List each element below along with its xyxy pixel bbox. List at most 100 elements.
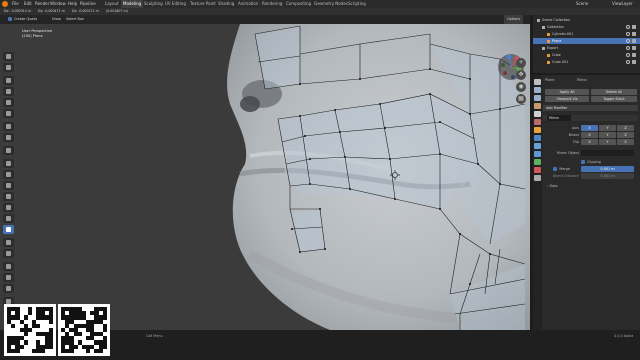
tool-annotate[interactable] (3, 122, 14, 131)
menu-file[interactable]: File (12, 0, 19, 8)
tool-poly-build-active[interactable] (3, 225, 14, 234)
add-modifier-button[interactable]: Add Modifier (543, 105, 638, 111)
outliner-item[interactable]: Cube (533, 52, 640, 58)
eye-icon[interactable] (626, 60, 630, 64)
tool-measure[interactable] (3, 133, 14, 142)
menu-window[interactable]: Window (50, 0, 66, 8)
bisect-y-toggle[interactable]: Y (599, 132, 616, 138)
tool-add-cube[interactable] (3, 146, 14, 155)
scene-selector[interactable]: Scene (576, 0, 588, 8)
delete-all-button[interactable]: Delete All (591, 89, 637, 95)
outliner-scene-collection[interactable]: Scene Collection (533, 17, 640, 23)
tool-scale[interactable] (3, 98, 14, 107)
physics-tab-icon[interactable] (534, 151, 541, 157)
create-quads-toggle[interactable]: Create Quads (8, 15, 37, 24)
scene-tab-icon[interactable] (534, 111, 541, 117)
camera-icon[interactable] (632, 46, 636, 50)
tab-texture-paint[interactable]: Texture Paint (190, 0, 216, 8)
tool-rotate[interactable] (3, 87, 14, 96)
tab-geometry-nodes[interactable]: Geometry Nodes (314, 0, 348, 8)
tool-cursor[interactable] (3, 63, 14, 72)
face-mesh-render[interactable] (0, 24, 530, 330)
tab-compositing[interactable]: Compositing (286, 0, 311, 8)
axis-y-toggle[interactable]: Y (599, 125, 616, 131)
tool-poly-build[interactable] (3, 214, 14, 223)
tool-edge-slide[interactable] (3, 262, 14, 271)
object-tab-icon[interactable] (534, 127, 541, 133)
menu-help[interactable]: Help (68, 0, 77, 8)
outliner-item[interactable]: Collection (533, 24, 640, 30)
bisect-z-toggle[interactable]: Z (617, 132, 634, 138)
bisect-x-toggle[interactable]: X (581, 132, 598, 138)
tool-spin[interactable] (3, 238, 14, 247)
tab-modeling[interactable]: Modeling (121, 0, 144, 8)
view-layer-tab-icon[interactable] (534, 103, 541, 109)
outliner-item[interactable]: Export (533, 45, 640, 51)
tab-rendering[interactable]: Rendering (262, 0, 282, 8)
outliner-item[interactable]: Plane (533, 38, 640, 44)
select-box-dropdown[interactable]: Select Box (66, 15, 84, 24)
merge-label[interactable]: Merge (543, 166, 570, 172)
flip-z-toggle[interactable]: Z (617, 139, 634, 145)
tool-move[interactable] (3, 76, 14, 85)
camera-icon[interactable] (632, 53, 636, 57)
tool-bevel[interactable] (3, 181, 14, 190)
camera-view-icon[interactable]: ◉ (516, 82, 526, 92)
mirror-object-field[interactable] (581, 150, 634, 156)
viewport-vis-button[interactable]: Viewport Vis (545, 96, 589, 102)
axis-x-toggle[interactable]: X (581, 125, 598, 131)
camera-icon[interactable] (632, 25, 636, 29)
modifier-tab-icon[interactable] (534, 135, 541, 141)
constraints-tab-icon[interactable] (534, 159, 541, 165)
tool-shear[interactable] (3, 284, 14, 293)
3d-viewport[interactable]: User Perspective (200) Plane + ✥ ◉ ▦ (0, 24, 530, 330)
view-layer-selector[interactable]: ViewLayer (612, 0, 633, 8)
tab-scripting[interactable]: Scripting (348, 0, 366, 8)
menu-render[interactable]: Render (35, 0, 49, 8)
tool-knife[interactable] (3, 203, 14, 212)
tool-transform[interactable] (3, 109, 14, 118)
flip-y-toggle[interactable]: Y (599, 139, 616, 145)
eye-icon[interactable] (626, 32, 630, 36)
particles-tab-icon[interactable] (534, 143, 541, 149)
menu-pipeline[interactable]: Pipeline (80, 0, 96, 8)
camera-icon[interactable] (632, 32, 636, 36)
flip-x-toggle[interactable]: X (581, 139, 598, 145)
tool-inset[interactable] (3, 170, 14, 179)
camera-icon[interactable] (632, 39, 636, 43)
draw-mode[interactable]: Draw (52, 15, 61, 24)
toggle-stack-button[interactable]: Toggle Stack (591, 96, 637, 102)
texture-tab-icon[interactable] (534, 175, 541, 181)
merge-distance-field[interactable]: 0.001 m (581, 166, 634, 172)
tab-sculpting[interactable]: Sculpting (144, 0, 163, 8)
pan-hand-icon[interactable]: ✥ (516, 70, 526, 80)
tool-extrude[interactable] (3, 159, 14, 168)
outliner-item[interactable]: Cylinder.001 (533, 31, 640, 37)
camera-icon[interactable] (632, 60, 636, 64)
tool-select[interactable] (3, 52, 14, 61)
zoom-icon[interactable]: + (516, 58, 526, 68)
clipping-checkbox[interactable]: Clipping (581, 159, 601, 165)
tab-shading[interactable]: Shading (218, 0, 234, 8)
options-dropdown[interactable]: Options (504, 15, 524, 24)
eye-icon[interactable] (626, 39, 630, 43)
eye-icon[interactable] (626, 53, 630, 57)
tab-layout[interactable]: Layout (105, 0, 119, 8)
world-tab-icon[interactable] (534, 119, 541, 125)
modifier-name-field[interactable]: Mirror (547, 115, 571, 121)
outliner-item[interactable]: Cube.001 (533, 59, 640, 65)
eye-icon[interactable] (626, 46, 630, 50)
tab-uv-editing[interactable]: UV Editing (165, 0, 186, 8)
bisect-distance-field[interactable]: 0.001 m (581, 173, 634, 179)
tool-smooth[interactable] (3, 249, 14, 258)
menu-edit[interactable]: Edit (24, 0, 32, 8)
output-tab-icon[interactable] (534, 95, 541, 101)
blender-logo-icon[interactable] (2, 1, 8, 7)
render-tab-icon[interactable] (534, 87, 541, 93)
data-subpanel[interactable]: › Data (547, 183, 558, 189)
eye-icon[interactable] (626, 25, 630, 29)
tool-shrink[interactable] (3, 273, 14, 282)
tool-loop-cut[interactable] (3, 192, 14, 201)
ortho-grid-icon[interactable]: ▦ (516, 94, 526, 104)
tool-tab-icon[interactable] (534, 79, 541, 85)
